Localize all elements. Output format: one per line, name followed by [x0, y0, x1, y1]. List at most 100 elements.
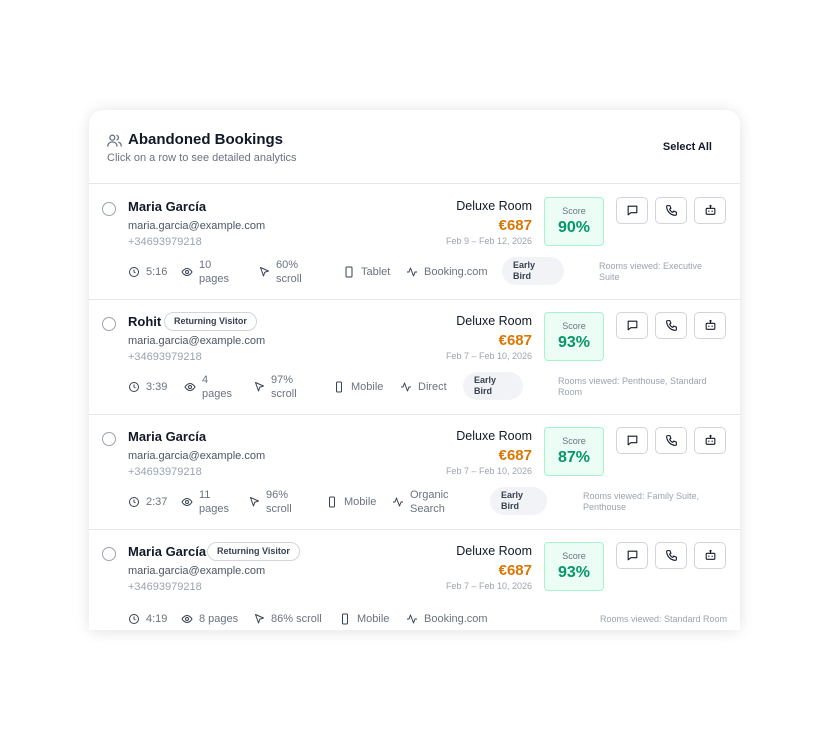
phone-icon: [665, 550, 677, 561]
ai-assistant-button[interactable]: [694, 312, 726, 339]
message-button[interactable]: [616, 312, 648, 339]
score-badge: Score 90%: [544, 197, 604, 246]
score-value: 90%: [557, 219, 591, 236]
guest-name: Maria García: [128, 199, 207, 214]
call-button[interactable]: [655, 542, 687, 569]
traffic-source-value: Booking.com: [424, 613, 488, 625]
session-time-value: 5:16: [146, 266, 168, 278]
pages-viewed-value: 8 pages: [199, 613, 239, 625]
row-select-radio[interactable]: [102, 547, 116, 561]
rooms-viewed: Rooms viewed: Penthouse, Standard Room: [558, 376, 707, 397]
session-time-value: 2:37: [146, 496, 168, 508]
clock-icon: [129, 614, 139, 624]
traffic-source-value: Direct: [418, 381, 447, 393]
message-button[interactable]: [616, 542, 648, 569]
booking-row[interactable]: Maria García maria.garcia@example.com +3…: [89, 185, 740, 300]
session-time: 4:19: [128, 612, 167, 626]
pages-viewed: 8 pages: [181, 612, 238, 626]
scroll-depth-value: 86% scroll: [271, 613, 322, 625]
score-label: Score: [562, 206, 586, 216]
guest-phone: +34693979218: [128, 466, 202, 478]
device-type: Mobile: [326, 495, 376, 509]
room-type: Deluxe Room: [456, 544, 532, 558]
booking-dates: Feb 9 – Feb 12, 2026: [445, 236, 532, 246]
scroll-depth: 60% scroll: [258, 258, 316, 286]
guest-email: maria.garcia@example.com: [128, 335, 266, 347]
ai-assistant-button[interactable]: [694, 197, 726, 224]
rooms-viewed: Rooms viewed: Family Suite, Penthouse: [583, 491, 700, 512]
bot-icon: [705, 204, 715, 215]
activity-icon: [393, 497, 403, 507]
eye-icon: [181, 497, 193, 507]
early-bird-tag: Early Bird: [502, 257, 564, 285]
device-type-value: Mobile: [357, 613, 390, 625]
guest-phone: +34693979218: [128, 351, 202, 363]
traffic-source: Organic Search: [392, 488, 462, 516]
call-button[interactable]: [655, 427, 687, 454]
scroll-depth: 86% scroll: [253, 612, 322, 626]
ai-assistant-button[interactable]: [694, 427, 726, 454]
device-type-value: Tablet: [361, 266, 391, 278]
row-select-radio[interactable]: [102, 317, 116, 331]
bot-icon: [705, 549, 715, 560]
scroll-depth: 96% scroll: [248, 488, 306, 516]
call-button[interactable]: [655, 197, 687, 224]
message-icon: [627, 435, 637, 446]
page-subtitle: Click on a row to see detailed analytics: [107, 152, 297, 164]
guest-phone: +34693979218: [128, 236, 202, 248]
eye-icon: [184, 382, 196, 392]
device-type: Mobile: [333, 380, 383, 394]
booking-price: €687: [498, 217, 532, 234]
eye-icon: [181, 614, 193, 624]
ai-assistant-button[interactable]: [694, 542, 726, 569]
rooms-viewed: Rooms viewed: Standard Room: [599, 614, 727, 624]
row-select-radio[interactable]: [102, 432, 116, 446]
guest-name: Rohit: [128, 314, 162, 329]
score-value: 93%: [557, 564, 591, 581]
message-icon: [627, 550, 637, 561]
booking-dates: Feb 7 – Feb 10, 2026: [445, 351, 532, 361]
pages-viewed-value: 10 pages: [199, 259, 229, 285]
message-button[interactable]: [616, 197, 648, 224]
guest-name: Maria García: [128, 544, 207, 559]
message-icon: [627, 205, 637, 216]
message-icon: [627, 320, 637, 331]
booking-row[interactable]: Rohit Returning Visitor maria.garcia@exa…: [89, 300, 740, 415]
booking-dates: Feb 7 – Feb 10, 2026: [445, 581, 532, 591]
scroll-depth-value: 60% scroll: [276, 259, 302, 285]
early-bird-tag: Early Bird: [490, 487, 547, 515]
guest-phone: +34693979218: [128, 581, 202, 593]
session-time: 3:39: [128, 380, 167, 394]
booking-price: €687: [498, 447, 532, 464]
booking-price: €687: [498, 562, 532, 579]
score-label: Score: [562, 551, 586, 561]
call-button[interactable]: [655, 312, 687, 339]
booking-price: €687: [498, 332, 532, 349]
traffic-source: Direct: [400, 380, 447, 394]
activity-icon: [401, 382, 411, 392]
select-all-button[interactable]: Select All: [663, 141, 712, 153]
score-label: Score: [562, 436, 586, 446]
phone-icon: [665, 435, 677, 446]
cursor-icon: [250, 497, 259, 507]
booking-row[interactable]: Maria García Returning Visitor maria.gar…: [89, 530, 740, 630]
guest-name: Maria García: [128, 429, 207, 444]
device-type-value: Mobile: [344, 496, 377, 508]
score-badge: Score 93%: [544, 312, 604, 361]
cursor-icon: [255, 614, 264, 624]
traffic-source-value: Booking.com: [424, 266, 488, 278]
cursor-icon: [260, 267, 269, 277]
scroll-depth-value: 96% scroll: [266, 489, 292, 515]
message-button[interactable]: [616, 427, 648, 454]
guest-email: maria.garcia@example.com: [128, 220, 266, 232]
booking-row[interactable]: Maria García maria.garcia@example.com +3…: [89, 415, 740, 530]
returning-visitor-badge: Returning Visitor: [164, 312, 257, 331]
activity-icon: [407, 267, 417, 277]
traffic-source: Booking.com: [406, 612, 488, 626]
pages-viewed: 10 pages: [181, 258, 233, 286]
session-time: 2:37: [128, 495, 167, 509]
scroll-depth-value: 97% scroll: [271, 374, 297, 400]
mobile-icon: [336, 381, 342, 393]
device-type: Mobile: [339, 612, 389, 626]
row-select-radio[interactable]: [102, 202, 116, 216]
